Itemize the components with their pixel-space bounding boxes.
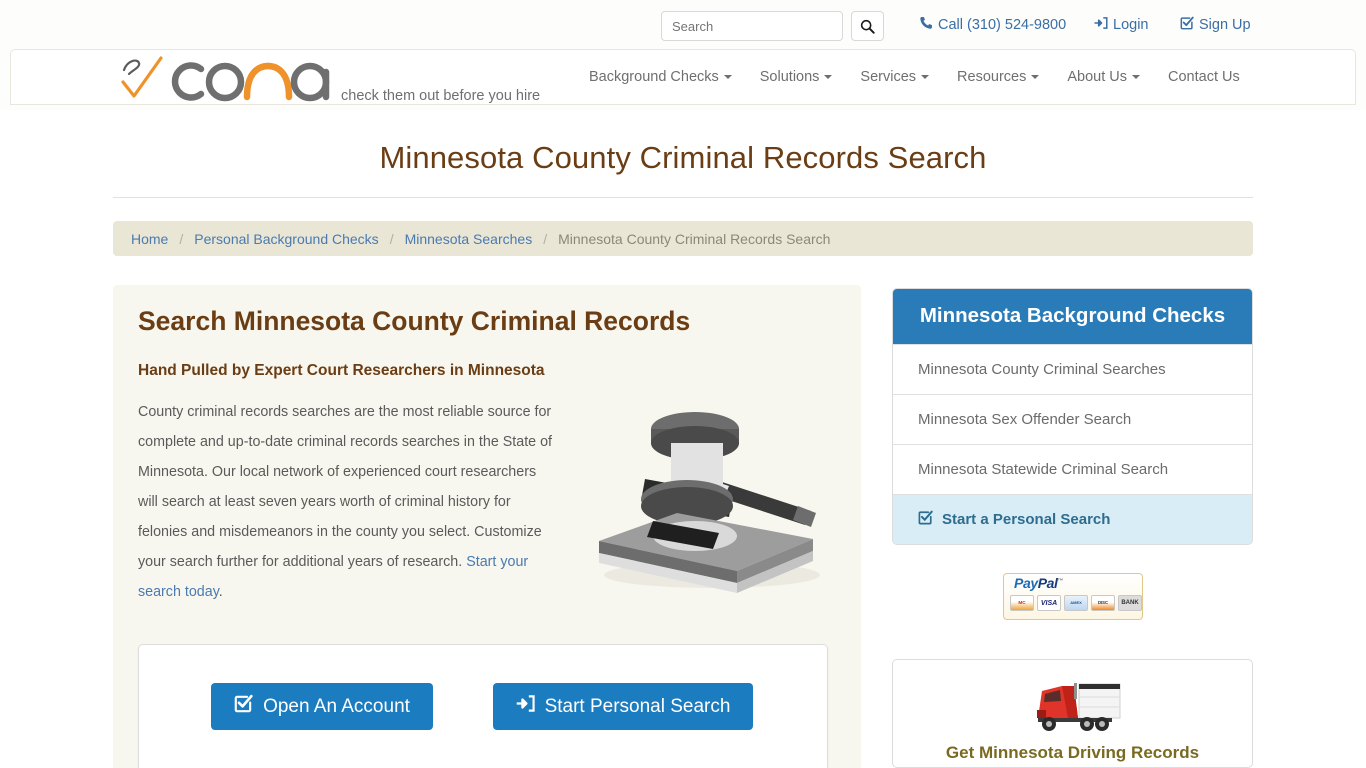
- body-paragraph: County criminal records searches are the…: [138, 404, 553, 570]
- nav-item-about-us[interactable]: About Us: [1053, 70, 1154, 85]
- sidebar-panel: Minnesota Background Checks Minnesota Co…: [892, 288, 1253, 545]
- page-title: Minnesota County Criminal Records Search: [379, 140, 987, 175]
- chevron-down-icon: [723, 75, 732, 79]
- logo-tagline: check them out before you hire: [341, 88, 541, 104]
- chevron-down-icon: [1132, 75, 1140, 79]
- sidebar-item-label: Minnesota Statewide Criminal Search: [918, 461, 1169, 478]
- paypal-pal-text: Pal: [1037, 575, 1058, 591]
- call-link-label: Call (310) 524-9800: [938, 16, 1067, 33]
- chevron-down-icon: [1031, 75, 1040, 79]
- check-square-icon: [918, 510, 933, 529]
- visa-icon: VISA: [1037, 595, 1061, 611]
- semi-truck-icon: [893, 677, 1252, 735]
- sidebar-item-statewide-criminal-search[interactable]: Minnesota Statewide Criminal Search: [893, 444, 1252, 494]
- sidebar-item-label: Minnesota County Criminal Searches: [918, 361, 1166, 378]
- main-navigation: Background Checks Solutions Services Res…: [575, 49, 1254, 105]
- breadcrumb-item-home[interactable]: Home: [131, 231, 168, 247]
- nav-label: Services: [860, 68, 917, 85]
- accepted-cards: MC VISA AMEX DISC BANK: [1010, 595, 1142, 611]
- nav-label: Background Checks: [589, 68, 719, 85]
- nav-item-solutions[interactable]: Solutions: [746, 70, 847, 85]
- main-heading: Search Minnesota County Criminal Records: [138, 306, 691, 336]
- driving-records-label: Get Minnesota Driving Records: [945, 743, 1200, 762]
- nav-label: Contact Us: [1168, 68, 1240, 85]
- search-input[interactable]: [661, 11, 843, 41]
- chevron-down-icon: [921, 75, 930, 79]
- site-logo[interactable]: check them out before you hire: [113, 52, 540, 109]
- paypal-badge[interactable]: PayPal™ MC VISA AMEX DISC BANK: [1003, 573, 1143, 620]
- paypal-pay-text: Pay: [1014, 575, 1038, 591]
- sign-in-icon: [516, 694, 535, 719]
- search-button[interactable]: [851, 11, 884, 41]
- breadcrumb-item-personal-background-checks[interactable]: Personal Background Checks: [194, 231, 378, 247]
- sidebar-item-label: Start a Personal Search: [942, 511, 1111, 528]
- bank-icon: BANK: [1118, 595, 1142, 611]
- logo-mark-icon: [113, 52, 331, 109]
- nav-item-services[interactable]: Services: [846, 70, 943, 85]
- main-body-text: County criminal records searches are the…: [138, 397, 556, 607]
- nav-label: About Us: [1067, 68, 1127, 85]
- call-link[interactable]: Call (310) 524-9800: [919, 16, 1066, 34]
- signup-link[interactable]: Sign Up: [1180, 16, 1251, 34]
- sidebar-item-label: Minnesota Sex Offender Search: [918, 411, 1132, 428]
- breadcrumb-item-current: Minnesota County Criminal Records Search: [558, 230, 831, 247]
- paypal-trademark: ™: [1057, 578, 1064, 585]
- signup-link-label: Sign Up: [1199, 16, 1251, 33]
- start-personal-search-button[interactable]: Start Personal Search: [493, 683, 753, 730]
- open-an-account-button[interactable]: Open An Account: [211, 683, 433, 730]
- check-square-icon: [1180, 16, 1194, 34]
- nav-label: Solutions: [759, 68, 820, 85]
- top-utility-bar: Call (310) 524-9800 Login Sign Up: [0, 0, 1366, 49]
- driving-records-panel[interactable]: Get Minnesota Driving Records: [892, 659, 1253, 768]
- breadcrumb-separator: /: [389, 230, 394, 247]
- search-icon: [860, 19, 875, 34]
- breadcrumb: Home / Personal Background Checks / Minn…: [113, 221, 1253, 256]
- site-header: Call (310) 524-9800 Login Sign Up: [0, 0, 1366, 110]
- body-tail: .: [218, 584, 223, 600]
- gavel-illustration-icon: [587, 403, 839, 598]
- nav-item-contact-us[interactable]: Contact Us: [1154, 70, 1254, 85]
- cta-box: Open An Account Start Personal Search: [138, 644, 828, 768]
- main-content-panel: Search Minnesota County Criminal Records…: [113, 285, 861, 768]
- nav-label: Resources: [957, 68, 1027, 85]
- start-personal-search-label: Start Personal Search: [544, 695, 731, 717]
- chevron-down-icon: [824, 75, 833, 79]
- login-link[interactable]: Login: [1094, 16, 1148, 34]
- sign-in-icon: [1094, 16, 1108, 34]
- amex-icon: AMEX: [1064, 595, 1088, 611]
- open-an-account-label: Open An Account: [263, 695, 410, 717]
- breadcrumb-item-minnesota-searches[interactable]: Minnesota Searches: [405, 231, 533, 247]
- main-subheading: Hand Pulled by Expert Court Researchers …: [138, 362, 545, 379]
- nav-item-background-checks[interactable]: Background Checks: [575, 70, 746, 85]
- sidebar-title: Minnesota Background Checks: [893, 289, 1252, 344]
- check-square-icon: [234, 694, 253, 719]
- phone-icon: [919, 16, 933, 34]
- page-title-section: Minnesota County Criminal Records Search: [113, 140, 1253, 198]
- sidebar-item-county-criminal-searches[interactable]: Minnesota County Criminal Searches: [893, 344, 1252, 394]
- sidebar-item-start-a-personal-search[interactable]: Start a Personal Search: [893, 494, 1252, 544]
- nav-item-resources[interactable]: Resources: [943, 70, 1053, 85]
- mastercard-icon: MC: [1010, 595, 1034, 611]
- login-link-label: Login: [1113, 16, 1149, 33]
- paypal-logo: PayPal™: [1014, 575, 1064, 591]
- breadcrumb-separator: /: [179, 230, 184, 247]
- breadcrumb-separator: /: [543, 230, 548, 247]
- discover-icon: DISC: [1091, 595, 1115, 611]
- sidebar-item-sex-offender-search[interactable]: Minnesota Sex Offender Search: [893, 394, 1252, 444]
